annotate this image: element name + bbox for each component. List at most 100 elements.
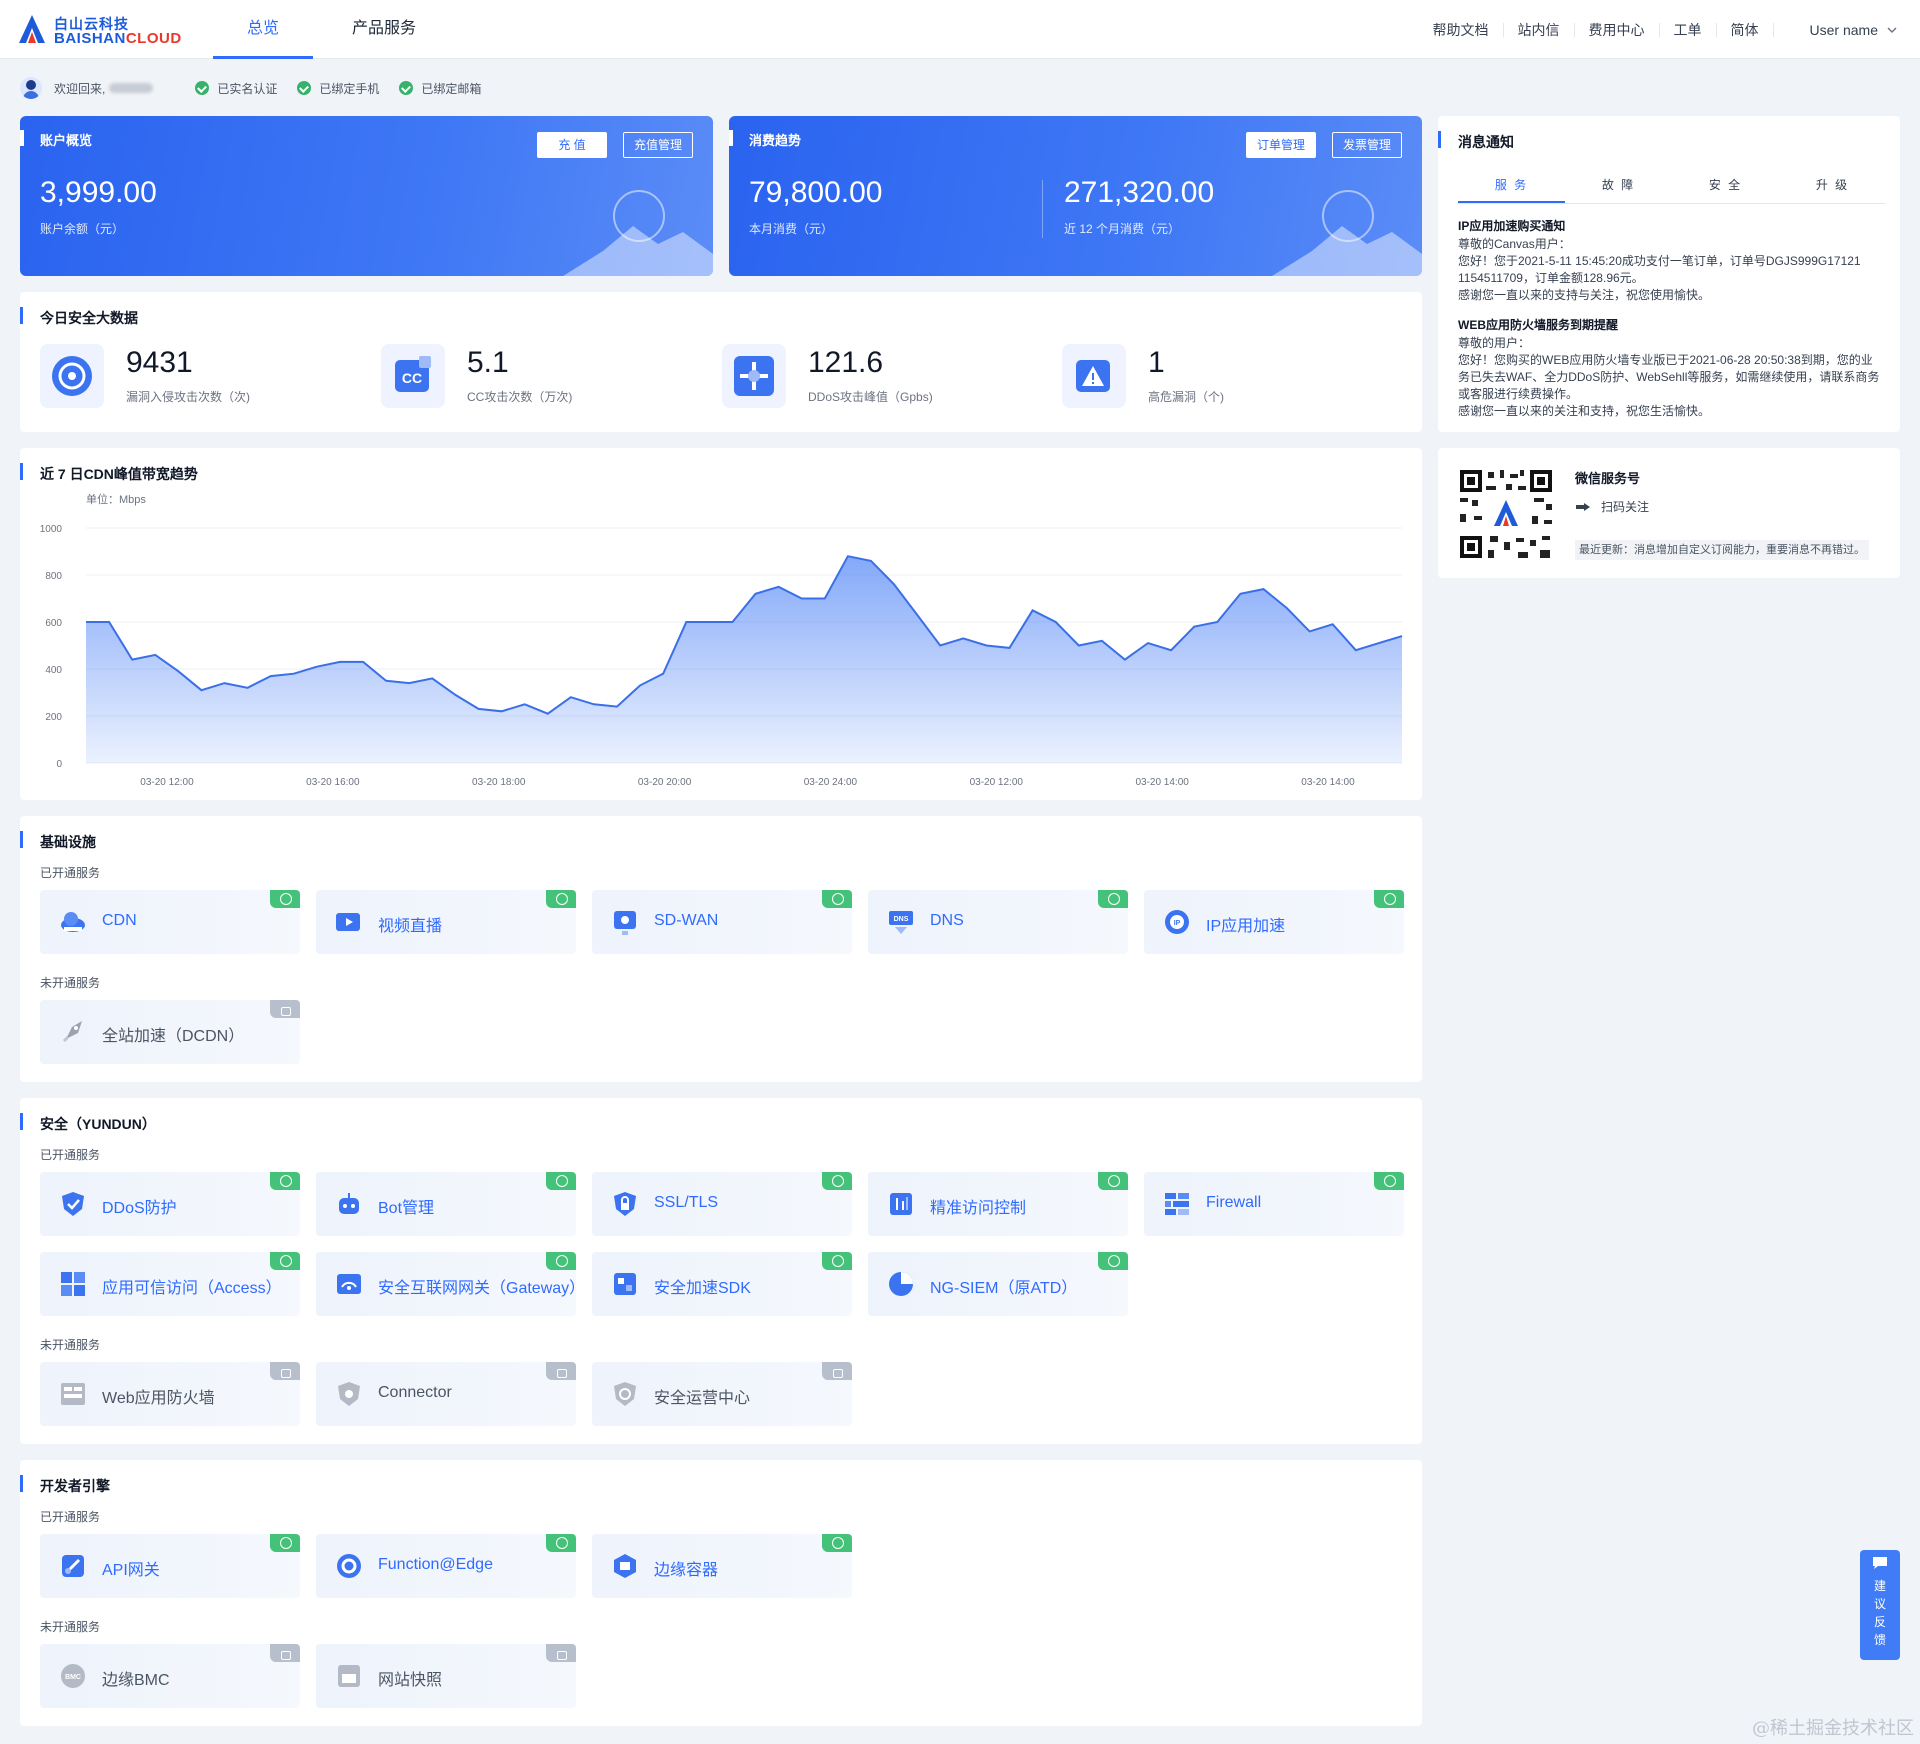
service-tile[interactable]: CDN — [40, 890, 300, 954]
tab-products[interactable]: 产品服务 — [334, 0, 434, 59]
check-badge-icon — [546, 1252, 576, 1270]
tab-overview[interactable]: 总览 — [213, 0, 313, 59]
avatar[interactable] — [20, 77, 42, 99]
tab-security[interactable]: 安 全 — [1672, 168, 1779, 203]
service-name: SSL/TLS — [654, 1194, 719, 1211]
service-tile[interactable]: 网站快照 — [316, 1644, 576, 1708]
notice-line: 您好！您购买的WEB应用防火墙专业版已于2021-06-28 20:50:38到… — [1458, 353, 1880, 401]
tab-upgrade[interactable]: 升 级 — [1779, 168, 1886, 203]
lock-icon — [270, 1362, 300, 1380]
service-tile[interactable]: 应用可信访问（Access） — [40, 1252, 300, 1316]
service-tile[interactable]: SD-WAN — [592, 890, 852, 954]
year-consume: 271,320.00 — [1064, 176, 1215, 209]
brand-logo[interactable]: 白山云科技 BAISHANCLOUD — [18, 12, 188, 47]
chart-unit-label: 单位：Mbps — [86, 492, 146, 506]
service-tile[interactable]: BMC 边缘BMC — [40, 1644, 300, 1708]
service-tile[interactable]: DDoS防护 — [40, 1172, 300, 1236]
lock-icon — [822, 1362, 852, 1380]
stat-value: 121.6 — [808, 346, 884, 379]
billing-link[interactable]: 费用中心 — [1575, 22, 1660, 37]
lock-icon — [546, 1644, 576, 1662]
account-title: 账户概览 — [20, 130, 92, 149]
check-badge-icon — [546, 1172, 576, 1190]
service-tile[interactable]: 安全互联网网关（Gateway） — [316, 1252, 585, 1316]
series-area — [86, 556, 1402, 763]
service-name: Web应用防火墙 — [102, 1390, 215, 1407]
security-title: 今日安全大数据 — [20, 307, 138, 326]
ticket-link[interactable]: 工单 — [1660, 22, 1717, 37]
notice-line: 尊敬的Canvas用户： — [1458, 237, 1571, 251]
feedback-button[interactable]: 建议反馈 — [1860, 1550, 1900, 1660]
language-link[interactable]: 简体 — [1717, 22, 1774, 37]
welcome-bar: 欢迎回来, 已实名认证 已绑定手机 已绑定邮箱 — [20, 76, 481, 100]
service-tile[interactable]: SSL/TLS — [592, 1172, 852, 1236]
tab-service[interactable]: 服 务 — [1458, 168, 1565, 203]
tab-fault[interactable]: 故 障 — [1565, 168, 1672, 203]
service-tile[interactable]: 安全加速SDK — [592, 1252, 852, 1316]
check-circle-icon — [297, 81, 312, 95]
check-badge-icon — [822, 1252, 852, 1270]
ip-icon: IP — [1162, 907, 1192, 937]
service-tile[interactable]: Function@Edge — [316, 1534, 576, 1598]
service-tile[interactable]: 视频直播 — [316, 890, 576, 954]
lock-icon — [270, 1000, 300, 1018]
notice-item[interactable]: WEB应用防火墙服务到期提醒 尊敬的用户： 您好！您购买的WEB应用防火墙专业版… — [1458, 317, 1884, 420]
top-header: 白山云科技 BAISHANCLOUD 总览 产品服务 帮助文档 站内信 费用中心… — [0, 0, 1920, 59]
x-tick-label: 03-20 24:00 — [804, 777, 858, 788]
inbox-link[interactable]: 站内信 — [1504, 22, 1575, 37]
svg-text:DNS: DNS — [894, 916, 909, 923]
invoice-mgmt-button[interactable]: 发票管理 — [1332, 132, 1402, 158]
check-realname: 已实名认证 — [195, 80, 277, 97]
brand-name-en: BAISHANCLOUD — [54, 30, 182, 47]
stat-value: 5.1 — [467, 346, 509, 379]
stat-value: 9431 — [126, 346, 193, 379]
notice-item[interactable]: IP应用加速购买通知 尊敬的Canvas用户： 您好！您于2021-5-11 1… — [1458, 218, 1884, 304]
check-badge-icon — [270, 890, 300, 908]
service-tile[interactable]: 全站加速（DCDN） — [40, 1000, 300, 1064]
service-tile[interactable]: 边缘容器 — [592, 1534, 852, 1598]
chart-growth-icon — [1322, 190, 1374, 242]
stat-label: CC攻击次数（万次) — [467, 390, 573, 404]
service-tile[interactable]: 精准访问控制 — [868, 1172, 1128, 1236]
bandwidth-chart: 单位：Mbps 0 200 400 600 800 1000 03-20 12:00 03-… — [40, 492, 1403, 788]
chevron-down-icon — [1887, 27, 1897, 33]
svg-text:CC: CC — [402, 370, 422, 386]
check-badge-icon — [270, 1172, 300, 1190]
service-name: DNS — [930, 912, 964, 929]
service-name: 安全运营中心 — [654, 1390, 751, 1407]
service-name: DDoS防护 — [102, 1200, 177, 1217]
notice-title: 消息通知 — [1438, 131, 1514, 150]
service-name: SD-WAN — [654, 912, 719, 929]
service-name: API网关 — [102, 1562, 160, 1579]
grid-icon — [58, 1269, 88, 1299]
service-tile[interactable]: API网关 — [40, 1534, 300, 1598]
account-balance: 3,999.00 — [40, 176, 157, 209]
check-circle-icon — [195, 81, 210, 95]
check-circle-icon — [399, 81, 414, 95]
x-tick-label: 03-20 12:00 — [140, 777, 194, 788]
service-tile[interactable]: 安全运营中心 — [592, 1362, 852, 1426]
service-tile[interactable]: NG-SIEM（原ATD） — [868, 1252, 1128, 1316]
consume-card: 消费趋势 订单管理 发票管理 79,800.00 本月消费（元） 271,320… — [729, 116, 1422, 276]
gateway-icon — [334, 1269, 364, 1299]
wechat-update: 最近更新：消息增加自定义订阅能力，重要消息不再错过。 — [1575, 540, 1869, 560]
service-tile[interactable]: Web应用防火墙 — [40, 1362, 300, 1426]
service-tile[interactable]: Connector — [316, 1362, 576, 1426]
snapshot-icon — [334, 1661, 364, 1691]
service-tile[interactable]: IP IP应用加速 — [1144, 890, 1404, 954]
service-tile[interactable]: Bot管理 — [316, 1172, 576, 1236]
dev-title: 开发者引擎 — [20, 1475, 110, 1494]
service-tile[interactable]: DNS DNS — [868, 890, 1128, 954]
waf-icon — [58, 1379, 88, 1409]
check-badge-icon — [546, 890, 576, 908]
service-tile[interactable]: Firewall — [1144, 1172, 1404, 1236]
watermark: @稀土掘金技术社区 — [1752, 1718, 1914, 1739]
recharge-mgmt-button[interactable]: 充值管理 — [623, 132, 693, 158]
x-tick-label: 03-20 16:00 — [306, 777, 360, 788]
notice-line: 感谢您一直以来的支持与关注，祝您使用愉快。 — [1458, 288, 1711, 302]
help-docs-link[interactable]: 帮助文档 — [1419, 22, 1504, 37]
recharge-button[interactable]: 充 值 — [537, 132, 607, 158]
user-menu[interactable]: User name — [1774, 22, 1920, 38]
function-icon — [334, 1551, 364, 1581]
order-mgmt-button[interactable]: 订单管理 — [1246, 132, 1316, 158]
